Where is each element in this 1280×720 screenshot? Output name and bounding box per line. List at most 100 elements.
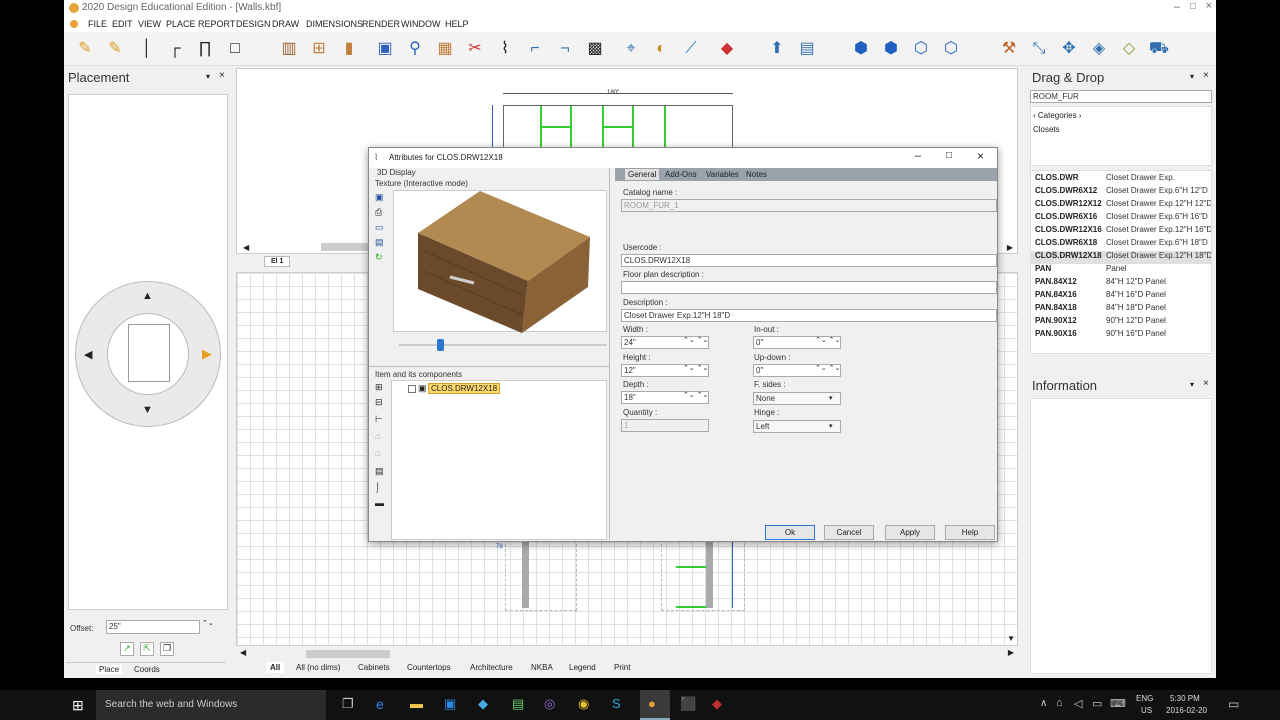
description-field[interactable]: Closet Drawer Exp.12"H 18"D [621,309,997,322]
render-icon[interactable]: ◆ [716,38,738,60]
menu-place[interactable]: PLACE [166,19,196,29]
print-icon[interactable]: ⎙ [375,207,382,218]
hinge-select[interactable]: Left [753,420,841,433]
tab-countertops[interactable]: Countertops [407,663,451,672]
minimize-icon[interactable]: – [1174,1,1180,13]
drawer-component-icon[interactable]: ▤ [375,466,384,477]
windows-start-icon[interactable]: ⊞ [72,697,84,714]
palette-icon[interactable]: ◐ [650,38,672,60]
component-item[interactable]: CLOS.DRW12X18 [428,383,501,394]
usercode-field[interactable]: CLOS.DRW12X18 [621,254,997,267]
scroll-right-icon[interactable]: ▶ [1007,243,1013,252]
line-icon[interactable]: │ [136,38,158,60]
lock-icon[interactable]: ⌂ [375,431,380,441]
corner-wall-icon[interactable]: ┌ [164,38,186,60]
arrow-up-icon[interactable]: ▲ [142,290,153,302]
list-item[interactable]: CLOS.DWR12X16 Closet Drawer Exp.12"H 16"D [1031,225,1211,238]
list-item[interactable]: CLOS.DWR6X16 Closet Drawer Exp.6"H 16"D [1031,212,1211,225]
info-dropdown-icon[interactable]: ▾ [1190,380,1194,389]
tab-all-no-dims[interactable]: All (no dims) [296,663,340,672]
clock-time[interactable]: 5:30 PM [1170,694,1200,703]
dialog-maximize-icon[interactable]: □ [946,150,952,161]
refresh-icon[interactable]: ↻ [375,252,383,263]
menu-window[interactable]: WINDOW [401,19,441,29]
scroll-left-icon[interactable]: ◀ [243,243,249,252]
list-item[interactable]: PAN.84X12 84"H 12"D Panel [1031,277,1211,290]
chat-icon[interactable]: ▤ [512,696,524,712]
catalog-select[interactable]: ROOM_FUR [1030,90,1212,103]
u-wall-icon[interactable]: ∏ [194,38,216,60]
elevation-icon[interactable]: ⬆ [766,38,788,60]
menu-help[interactable]: HELP [445,19,469,29]
tab-cabinets[interactable]: Cabinets [358,663,390,672]
cancel-button[interactable]: Cancel [824,525,874,540]
tab-addons[interactable]: Add-Ons [665,170,697,179]
tab-all[interactable]: All [266,662,285,673]
menu-view[interactable]: VIEW [138,19,161,29]
arrow-left-icon[interactable]: ◀ [84,348,92,361]
inout-spinner-icon[interactable]: ⌃⌄ ⌃⌄ [815,336,840,344]
depth-spinner-icon[interactable]: ⌃⌄ ⌃⌄ [683,391,708,399]
tray-up-icon[interactable]: ∧ [1040,698,1047,709]
list-item[interactable]: CLOS.DWR6X12 Closet Drawer Exp.6"H 12"D [1031,186,1211,199]
tab-print[interactable]: Print [614,663,630,672]
pencil-icon[interactable]: ✎ [74,38,96,60]
faucet-icon[interactable]: ⚲ [404,38,426,60]
appliance-icon[interactable]: ▣ [374,38,396,60]
tab-elevation-1[interactable]: El 1 [264,256,291,267]
place-doc-icon[interactable]: ↗ [120,642,134,656]
window-icon[interactable]: ⊞ [308,38,330,60]
monitor-icon[interactable]: ▭ [375,222,384,233]
tab-notes[interactable]: Notes [746,170,767,179]
plan-scroll-left-icon[interactable]: ◀ [240,648,246,657]
arrow-right-icon[interactable]: ▶ [202,346,212,362]
cart-icon[interactable]: ⛟ [1148,38,1170,60]
tools-icon[interactable]: ✂ [464,38,486,60]
menu-file[interactable]: FILE [88,19,107,29]
volume-icon[interactable]: ◁ [1074,697,1082,710]
menu-render[interactable]: RENDER [362,19,400,29]
hammer-icon[interactable]: ⚒ [998,38,1020,60]
menu-edit[interactable]: EDIT [112,19,133,29]
help-button[interactable]: Help [945,525,995,540]
plan-scroll-right-icon[interactable]: ▶ [1008,648,1014,657]
display-settings-icon[interactable]: ▤ [375,237,384,248]
2020-design-taskbar-button[interactable]: ● [640,690,670,720]
nudge-wheel[interactable]: ▲ ▼ ◀ ▶ [75,281,221,427]
menu-dimensions[interactable]: DIMENSIONS [306,19,363,29]
app-icon[interactable]: ◆ [478,696,488,712]
tab-variables[interactable]: Variables [706,170,739,179]
v-scroll-down-icon[interactable]: ▼ [1007,634,1015,643]
molding-alt-icon[interactable]: ¬ [554,38,576,60]
floor-field[interactable] [621,281,997,294]
fsides-select[interactable]: None [753,392,841,405]
offset-spinner-icon[interactable]: ⌃⌄ [202,619,214,627]
categories-link[interactable]: ‹ Categories › [1033,111,1081,120]
preview-slider[interactable] [399,344,607,346]
line-tool-icon[interactable]: ▬ [375,498,384,508]
store-icon[interactable]: ▣ [444,696,456,712]
dd-dropdown-icon[interactable]: ▾ [1190,72,1194,81]
cabinet-icon[interactable]: ▦ [434,38,456,60]
copy-icon[interactable]: ❐ [160,642,174,656]
panel-dropdown-icon[interactable]: ▾ [206,72,210,81]
menu-design[interactable]: DESIGN [236,19,271,29]
offset-input[interactable]: 25" [106,620,200,634]
keyboard-icon[interactable]: ⌨ [1110,697,1126,710]
place-doc-alt-icon[interactable]: ⇱ [140,642,154,656]
diamond-icon[interactable]: ◇ [1118,38,1140,60]
fsides-chevron-down-icon[interactable]: ▾ [829,394,833,402]
updown-spinner-icon[interactable]: ⌃⌄ ⌃⌄ [815,364,840,372]
molding-icon[interactable]: ⌐ [524,38,546,60]
close-icon[interactable]: × [1206,0,1212,12]
list-item[interactable]: PAN.84X16 84"H 16"D Panel [1031,290,1211,303]
app-menu-icon[interactable] [70,20,78,28]
pdf-icon[interactable]: ⬛ [680,696,696,712]
collapse-icon[interactable]: ⊟ [375,397,383,408]
pencil-alt-icon[interactable]: ✎ [104,38,126,60]
ok-button[interactable]: Ok [765,525,815,540]
language-indicator[interactable]: ENG [1136,694,1153,703]
edge-icon[interactable]: e [376,696,384,712]
resize-icon[interactable]: ⤡ [1028,38,1050,60]
viber-icon[interactable]: ◎ [544,696,555,712]
